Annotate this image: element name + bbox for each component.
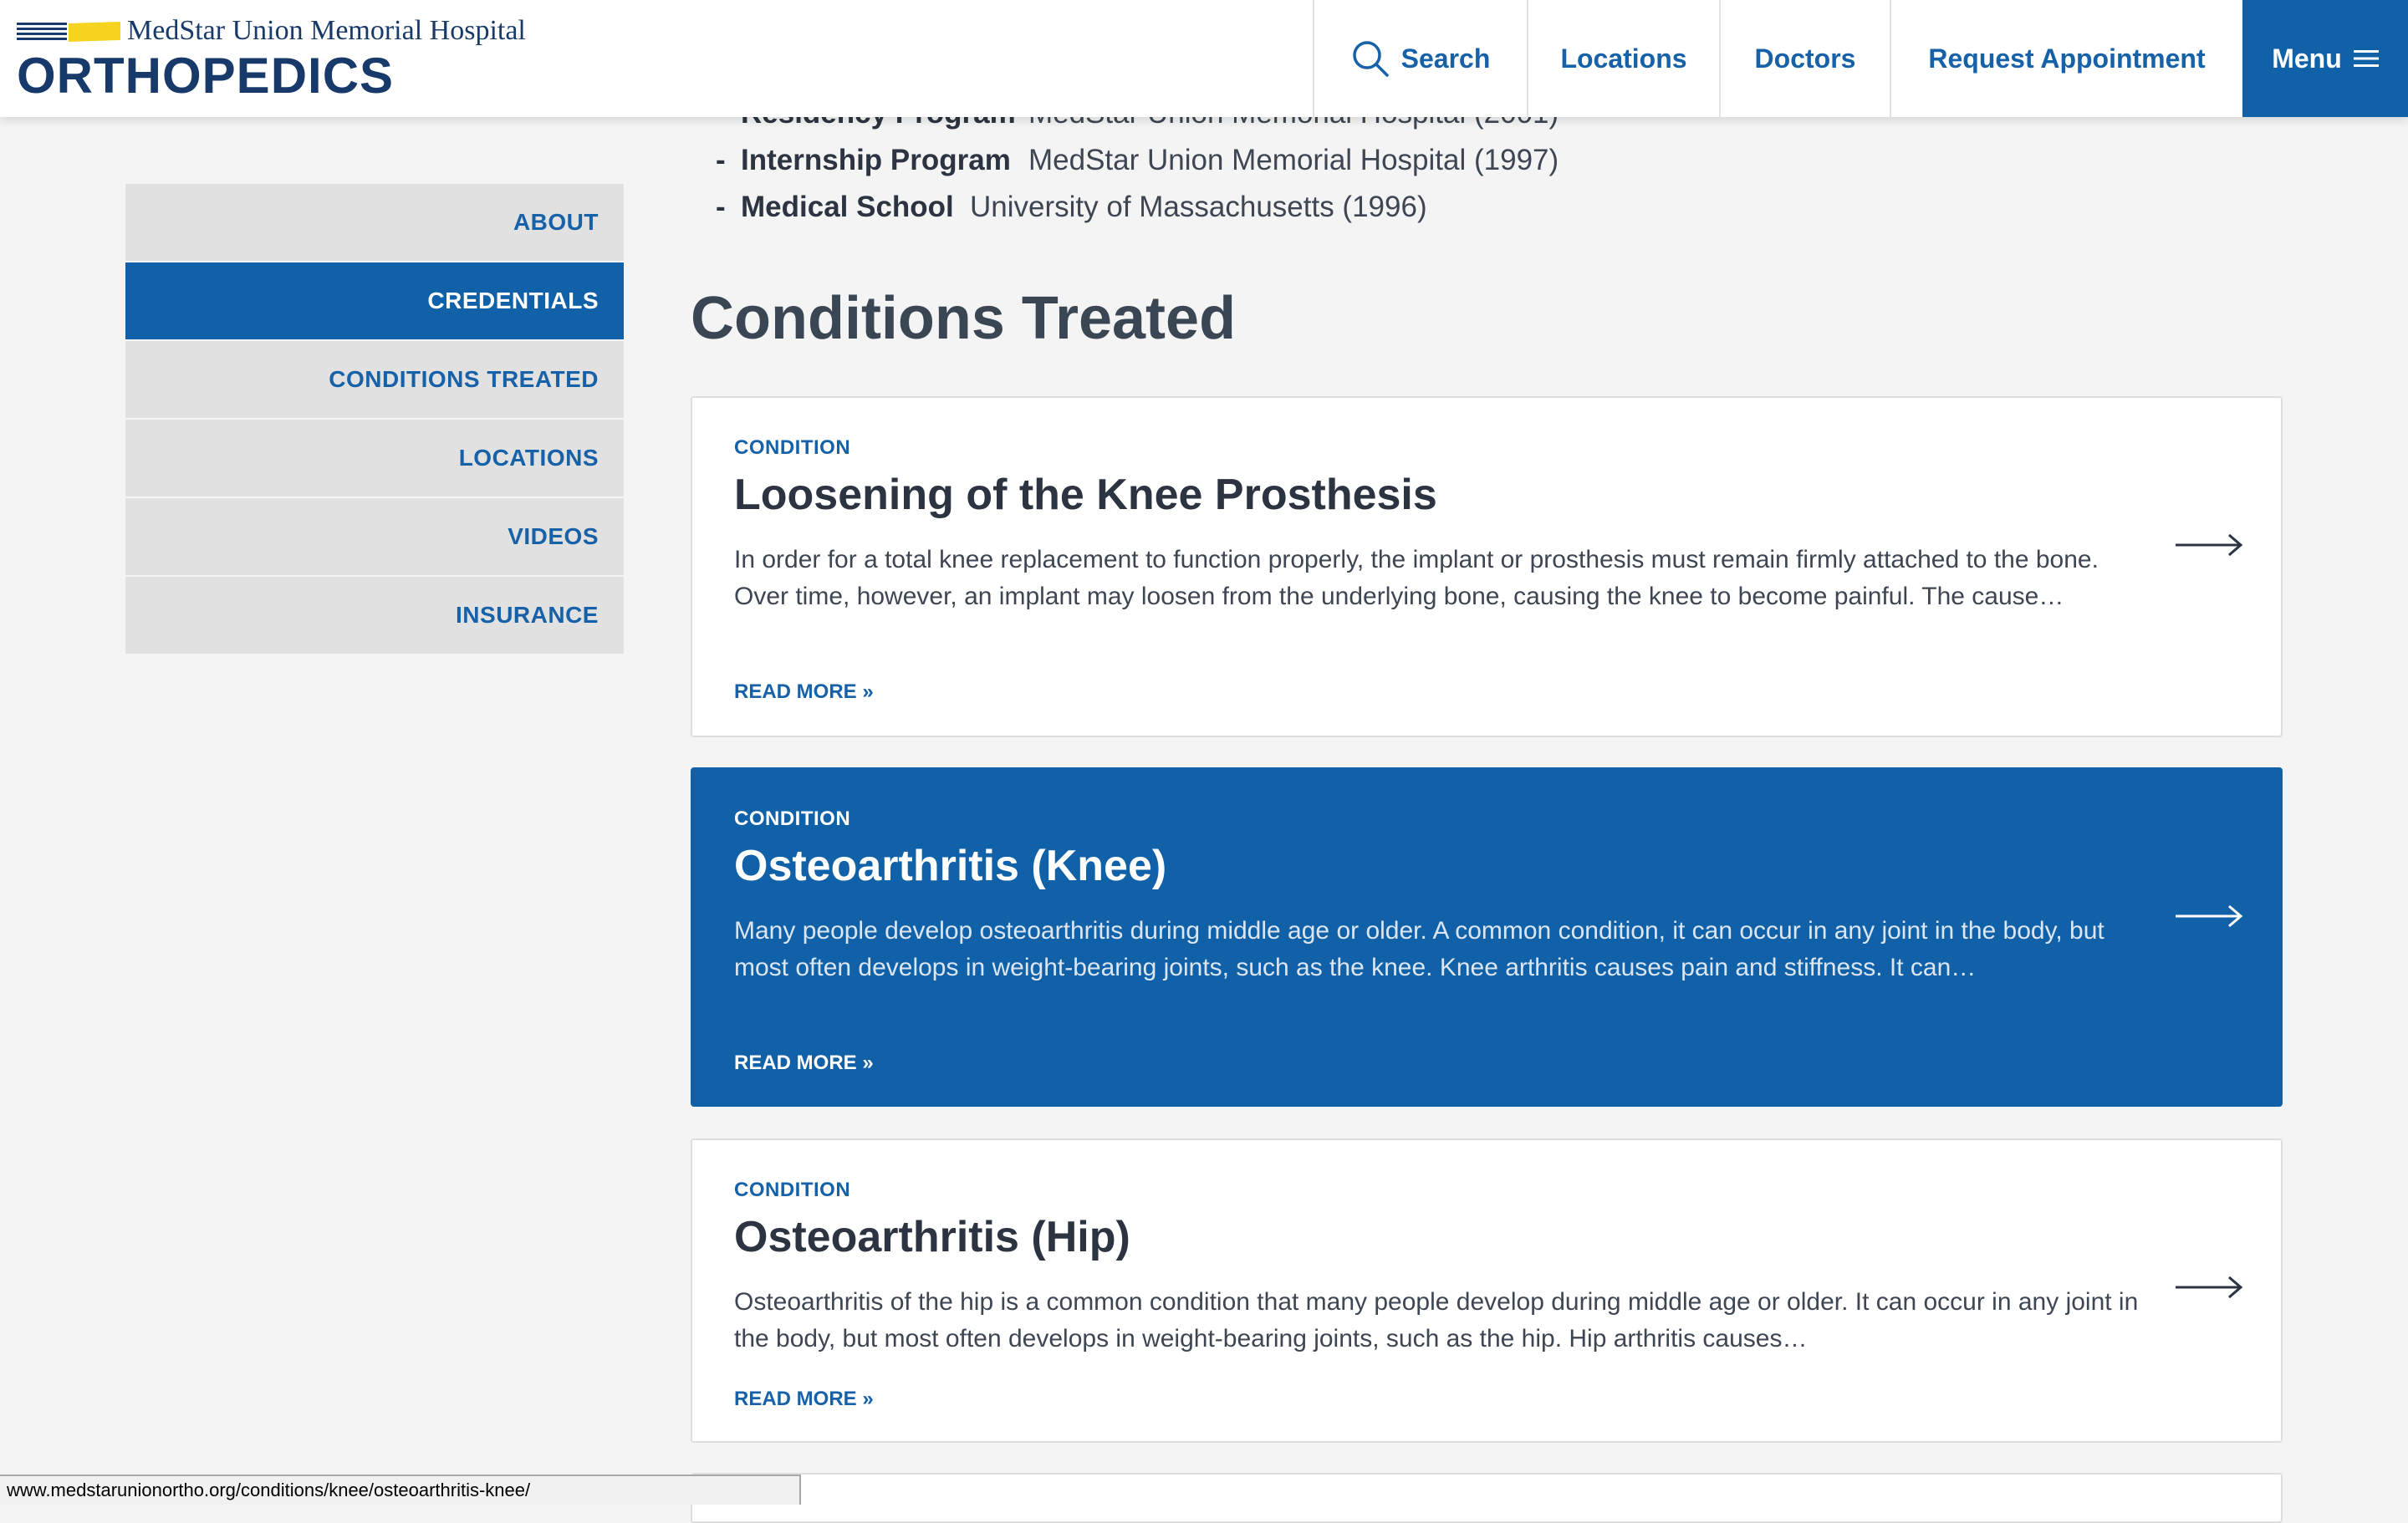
sidenav-credentials[interactable]: CREDENTIALS — [125, 262, 624, 339]
condition-card[interactable]: CONDITION Osteoarthritis (Hip) Osteoarth… — [691, 1138, 2283, 1443]
condition-card[interactable] — [691, 1473, 2283, 1523]
search-icon — [1352, 41, 1389, 77]
hospital-name: MedStar Union Memorial Hospital — [127, 15, 526, 46]
condition-card[interactable]: CONDITION Loosening of the Knee Prosthes… — [691, 396, 2283, 737]
arrow-right-icon[interactable] — [2174, 903, 2244, 930]
sidenav-conditions-treated[interactable]: CONDITIONS TREATED — [125, 341, 624, 418]
sidenav-insurance[interactable]: INSURANCE — [125, 577, 624, 654]
profile-side-nav: ABOUT CREDENTIALS CONDITIONS TREATED LOC… — [125, 184, 624, 655]
search-button[interactable]: Search — [1313, 0, 1527, 117]
card-tag: CONDITION — [734, 436, 851, 459]
section-title: Conditions Treated — [691, 285, 1237, 352]
credential-value: MedStar Union Memorial Hospital (1997) — [1028, 144, 1559, 176]
nav-request-appointment[interactable]: Request Appointment — [1890, 0, 2242, 117]
browser-status-url: www.medstarunionortho.org/conditions/kne… — [0, 1475, 801, 1505]
sidenav-about[interactable]: ABOUT — [125, 184, 624, 261]
credential-label: Medical School — [741, 191, 954, 223]
arrow-right-icon[interactable] — [2174, 532, 2244, 558]
nav-locations[interactable]: Locations — [1527, 0, 1719, 117]
sidenav-locations[interactable]: LOCATIONS — [125, 420, 624, 497]
condition-card[interactable]: CONDITION Osteoarthritis (Knee) Many peo… — [691, 767, 2283, 1107]
card-title: Loosening of the Knee Prosthesis — [734, 471, 1437, 519]
nav-doctors[interactable]: Doctors — [1719, 0, 1890, 117]
card-tag: CONDITION — [734, 807, 851, 830]
list-dash: - — [716, 144, 726, 176]
card-description: In order for a total knee replacement to… — [734, 546, 2099, 610]
menu-button[interactable]: Menu — [2242, 0, 2408, 117]
read-more-link[interactable]: READ MORE » — [734, 680, 874, 704]
card-title: Osteoarthritis (Knee) — [734, 842, 1167, 890]
sidenav-videos[interactable]: VIDEOS — [125, 498, 624, 575]
card-description: Many people develop osteoarthritis durin… — [734, 917, 2104, 981]
credential-value: University of Massachusetts (1996) — [970, 191, 1427, 223]
hamburger-icon — [2353, 50, 2379, 67]
card-tag: CONDITION — [734, 1179, 851, 1201]
menu-label: Menu — [2272, 43, 2342, 74]
site-header: MedStar Union Memorial Hospital ORTHOPED… — [0, 0, 2408, 117]
read-more-link[interactable]: READ MORE » — [734, 1388, 874, 1411]
site-name: ORTHOPEDICS — [17, 48, 395, 104]
list-dash: - — [716, 191, 726, 223]
read-more-link[interactable]: READ MORE » — [734, 1052, 874, 1075]
search-label: Search — [1400, 43, 1491, 74]
brand-logo-link[interactable]: MedStar Union Memorial Hospital ORTHOPED… — [17, 15, 602, 107]
arrow-right-icon[interactable] — [2174, 1274, 2244, 1301]
medstar-logo-icon — [17, 22, 120, 42]
card-title: Osteoarthritis (Hip) — [734, 1213, 1130, 1261]
card-description: Osteoarthritis of the hip is a common co… — [734, 1288, 2139, 1352]
credential-label: Internship Program — [741, 144, 1011, 176]
